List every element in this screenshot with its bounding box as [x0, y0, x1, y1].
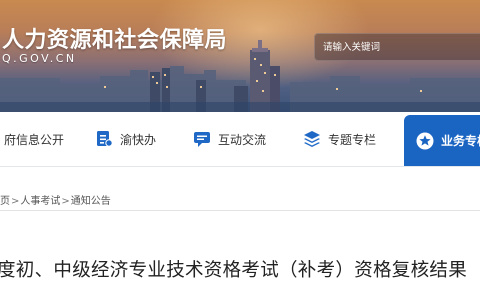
breadcrumb: 页>人事考试>通知公告: [0, 192, 111, 207]
nav-item-interaction[interactable]: 互动交流: [193, 112, 266, 166]
header-banner: 人力资源和社会保障局 Q.GOV.CN: [0, 0, 480, 112]
site-url: Q.GOV.CN: [2, 52, 77, 65]
breadcrumb-link-exam[interactable]: 人事考试: [20, 196, 60, 207]
site-title[interactable]: 人力资源和社会保障局: [2, 22, 227, 54]
search-input[interactable]: [323, 39, 473, 55]
breadcrumb-divider: [0, 210, 480, 211]
main-nav: 府信息公开 渝快办 互动交流 专题专栏 业务专: [0, 112, 480, 167]
document-icon: [97, 131, 113, 147]
nav-item-yukuaiban[interactable]: 渝快办: [95, 112, 156, 166]
layers-icon: [304, 131, 320, 147]
star-icon: [416, 132, 434, 149]
nav-item-gov-info[interactable]: 府信息公开: [0, 112, 64, 166]
chat-icon: [194, 132, 210, 147]
breadcrumb-link-notice[interactable]: 通知公告: [71, 196, 111, 207]
nav-item-label: 互动交流: [218, 132, 267, 147]
nav-item-label: 渝快办: [120, 132, 157, 147]
article-title: 度初、中级经济专业技术资格考试（补考）资格复核结果: [0, 260, 468, 281]
nav-item-business[interactable]: 业务专栏: [404, 115, 480, 166]
nav-item-label: 业务专栏: [441, 134, 480, 148]
breadcrumb-separator: >: [61, 196, 70, 207]
nav-item-label: 府信息公开: [4, 132, 65, 147]
nav-item-special-topics[interactable]: 专题专栏: [303, 112, 376, 166]
breadcrumb-separator: >: [11, 196, 20, 207]
search-box[interactable]: [314, 33, 480, 61]
nav-item-label: 专题专栏: [328, 132, 377, 147]
breadcrumb-home-link[interactable]: 页: [0, 196, 10, 207]
